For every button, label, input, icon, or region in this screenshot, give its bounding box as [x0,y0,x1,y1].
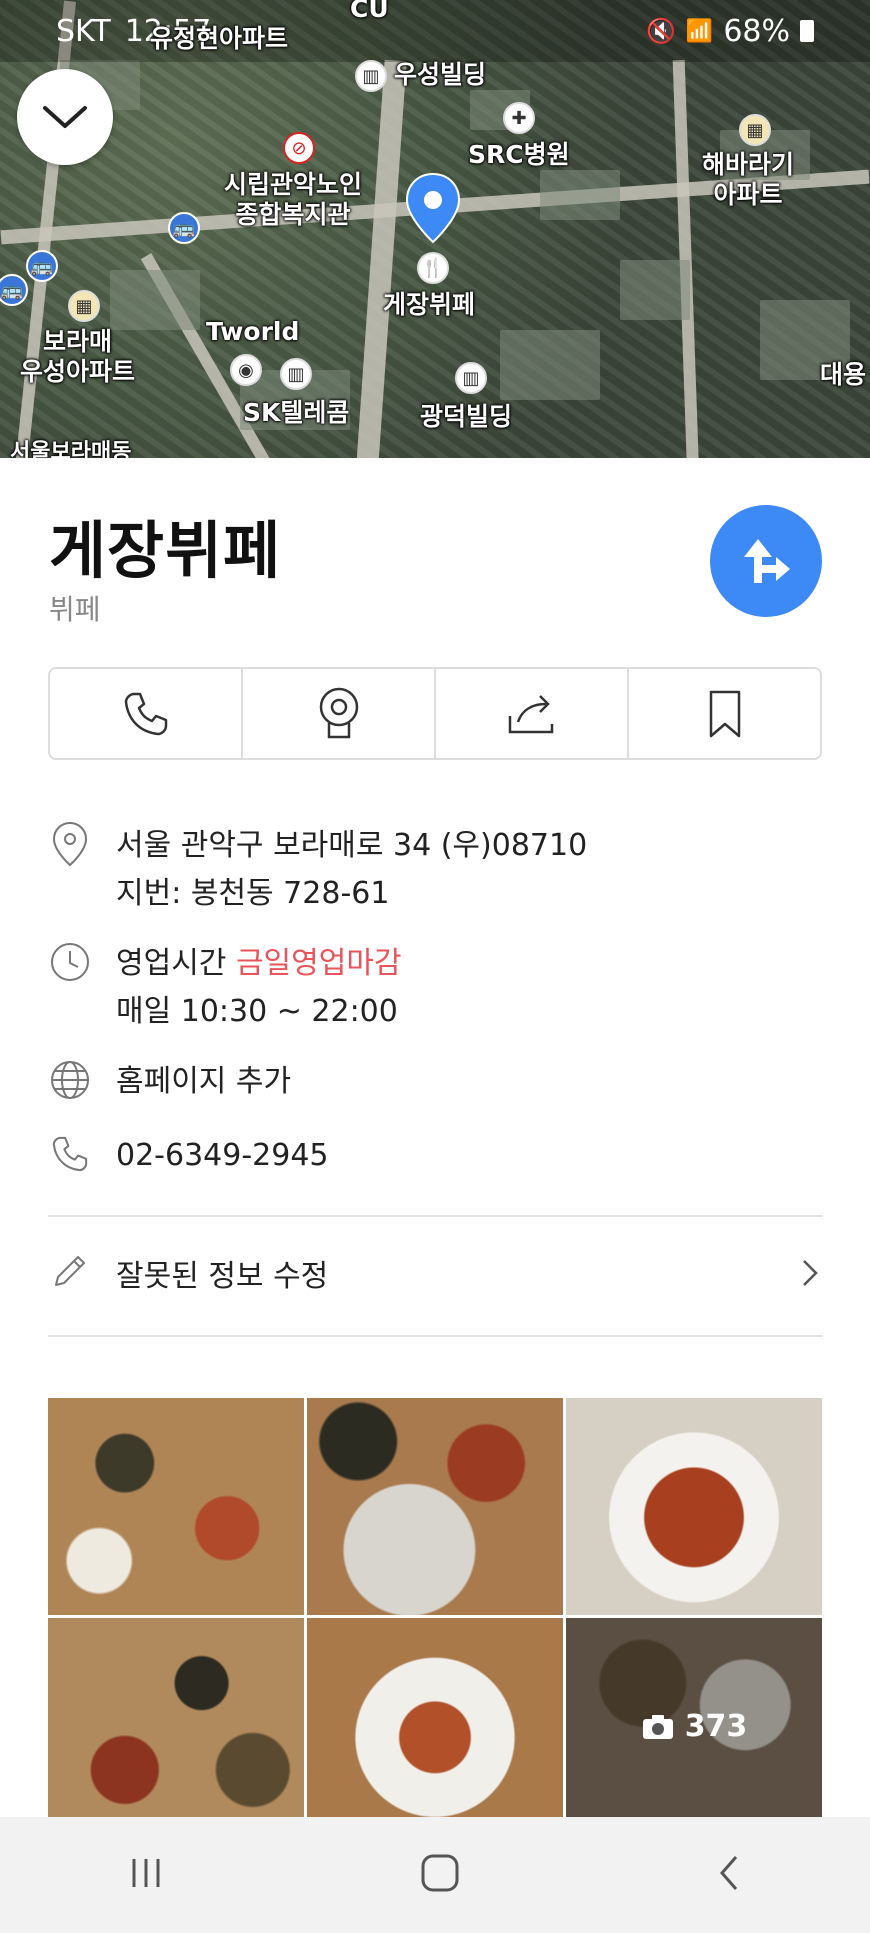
location-pin-icon [48,821,92,867]
call-button[interactable] [50,669,243,758]
building-icon[interactable]: ▥ [280,358,312,390]
hours-label: 영업시간 [116,946,227,981]
recent-apps-button[interactable] [126,1855,166,1895]
share-icon [508,694,553,733]
hours-row[interactable]: 영업시간 금일영업마감 매일 10:30 ~ 22:00 [48,940,822,1036]
map-label-sunflower-apt: 해바라기 아파트 [702,150,795,209]
photo-thumbnail[interactable] [307,1398,563,1615]
mute-icon: 🔇 [646,17,676,45]
map-label-daeyong: 대용 [820,360,867,389]
edit-info-row[interactable]: 잘못된 정보 수정 [48,1245,822,1305]
phone-link[interactable]: 02-6349-2945 [116,1132,329,1180]
map-label-bottom-left: 서울보라매동 [10,440,132,458]
directions-icon [744,539,790,583]
photo-grid: 373 [48,1398,822,1818]
edit-info-label: 잘못된 정보 수정 [116,1259,329,1294]
recent-apps-icon [132,1859,160,1887]
photo-thumbnail[interactable] [307,1618,563,1818]
chevron-down-icon [43,106,87,128]
back-icon [719,1856,737,1890]
hours-label-line: 영업시간 금일영업마감 [116,940,402,988]
map-label-cu: CU [350,0,389,23]
battery-icon [800,20,814,42]
system-nav-bar [0,1817,870,1933]
place-title: 게장뷔페 [49,514,282,587]
hospital-icon[interactable]: ✚ [503,102,535,134]
map-label-woosung-bldg: 우성빌딩 [394,60,487,89]
globe-icon [48,1058,92,1102]
chevron-right-icon [798,1255,822,1295]
apartment-icon[interactable]: ▦ [739,114,771,146]
hours-status: 금일영업마감 [235,946,402,981]
divider [48,1335,822,1337]
battery-label: 68% [723,13,790,49]
address-row: 서울 관악구 보라매로 34 (우)08710 지번: 봉천동 728-61 [48,821,822,918]
map-label-tworld: Tworld [206,317,300,346]
map-label-gwangdeok-bldg: 광덕빌딩 [420,402,513,431]
photo-count-overlay: 373 [566,1618,822,1818]
divider [48,1215,822,1217]
phone-icon [48,1132,92,1176]
camera-icon [642,1714,673,1739]
homepage-row[interactable]: 홈페이지 추가 [48,1058,822,1106]
map-label-place-pin: 게장뷔페 [383,290,476,319]
map-view[interactable]: SKT 12:57 🔇 📶 68% 유정현아파트 CU ▥ 우성빌딩 ✚ SRC… [0,0,870,458]
photo-thumbnail-more[interactable]: 373 [566,1618,822,1818]
bus-stop-icon[interactable]: 🚌 [26,250,58,282]
home-icon [421,1854,459,1892]
map-label-senior-center: 시립관악노인 종합복지관 [224,170,363,229]
map-label-sk-telecom: SK텔레콤 [243,398,350,427]
photo-thumbnail[interactable] [48,1398,304,1615]
restaurant-icon[interactable]: 🍴 [417,252,449,284]
carrier-label: SKT [56,13,111,49]
street-view-button[interactable] [243,669,436,758]
jibun-text: 지번: 봉천동 728-61 [116,876,390,911]
share-button[interactable] [436,669,629,758]
wifi-icon: 📶 [685,18,714,44]
photo-thumbnail[interactable] [566,1398,822,1615]
back-button[interactable] [714,1853,744,1897]
apartment-icon[interactable]: ▦ [68,290,100,322]
place-category: 뷔페 [49,593,101,626]
status-icons: 🔇 📶 68% [646,14,814,49]
pencil-icon [48,1251,90,1297]
map-label-src-hospital: SRC병원 [468,140,570,169]
address-text[interactable]: 서울 관악구 보라매로 34 (우)08710 [116,822,587,870]
action-bar [48,667,822,760]
directions-button[interactable] [710,505,822,617]
hours-detail: 매일 10:30 ~ 22:00 [116,994,398,1029]
phone-icon [124,692,167,735]
building-icon[interactable]: ▥ [455,362,487,394]
home-button[interactable] [419,1852,461,1898]
bus-stop-icon[interactable]: 🚌 [168,212,200,244]
collapse-button[interactable] [17,69,113,165]
place-marker-icon[interactable] [405,172,461,252]
bookmark-button[interactable] [629,669,820,758]
map-label-boramae-apt: 보라매 우성아파트 [20,327,136,386]
clock-icon [48,940,92,984]
welfare-center-icon[interactable]: ⊘ [283,132,315,164]
status-bar: SKT 12:57 🔇 📶 68% [0,0,870,62]
photo-count: 373 [684,1709,748,1744]
map-label-apt-top: 유정현아파트 [150,24,289,53]
store-icon[interactable]: ◉ [230,354,262,386]
homepage-link[interactable]: 홈페이지 추가 [116,1058,291,1106]
street-view-icon [319,687,358,738]
photo-thumbnail[interactable] [48,1618,304,1818]
building-icon[interactable]: ▥ [355,60,387,92]
phone-row[interactable]: 02-6349-2945 [48,1132,822,1180]
bus-stop-icon[interactable]: 🚌 [0,274,28,306]
bookmark-icon [709,690,740,737]
